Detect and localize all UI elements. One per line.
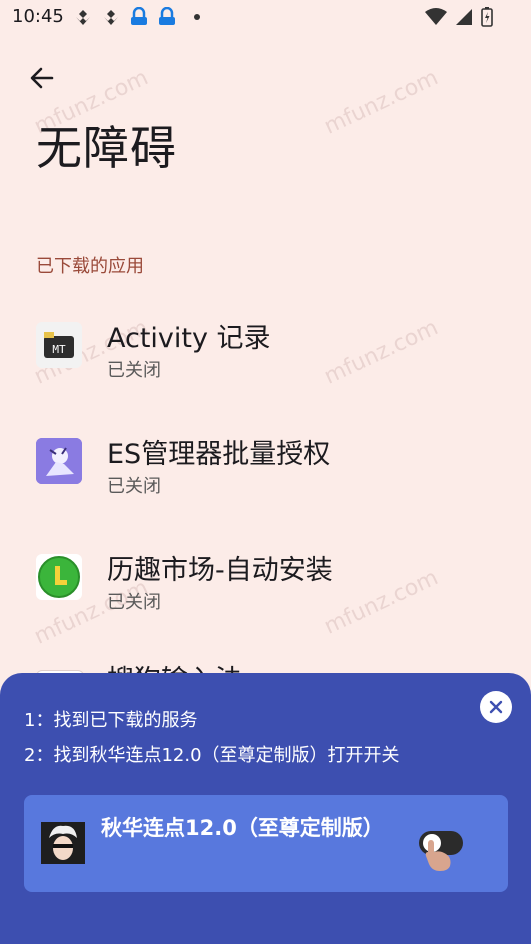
app-name: 搜狗输入法	[107, 658, 242, 673]
more-notifications-dot	[194, 14, 200, 20]
green-l-icon	[36, 554, 82, 600]
notification-icons	[72, 7, 200, 27]
system-icons	[425, 7, 493, 31]
notification-diamond-icon	[100, 7, 122, 27]
mt-activity-icon: MT	[36, 322, 82, 368]
list-item-liqu-market[interactable]: 历趣市场-自动安装 已关闭	[0, 532, 531, 632]
hand-pointer-icon	[420, 838, 460, 872]
page-title: 无障碍	[36, 121, 177, 175]
signal-icon	[455, 8, 473, 30]
list-item-es-manager[interactable]: ES管理器批量授权 已关闭	[0, 416, 531, 516]
app-status: 已关闭	[107, 476, 161, 497]
guide-step-2: 2：找到秋华连点12.0（至尊定制版）打开开关	[24, 745, 400, 766]
back-button[interactable]	[24, 60, 60, 96]
list-item-sogou[interactable]: 搜狗输入法	[0, 648, 531, 673]
app-name: Activity 记录	[107, 323, 271, 354]
close-button[interactable]	[480, 691, 512, 723]
list-item-activity[interactable]: MT Activity 记录 已关闭	[0, 300, 531, 400]
notification-app-icon	[156, 7, 178, 27]
watermark: mfunz.com	[320, 65, 443, 140]
svg-text:MT: MT	[52, 343, 66, 356]
notification-diamond-icon	[72, 7, 94, 27]
wifi-icon	[425, 8, 447, 30]
app-status: 已关闭	[107, 592, 161, 613]
battery-icon	[481, 7, 493, 31]
anime-character-icon	[36, 438, 82, 484]
guide-step-1: 1：找到已下载的服务	[24, 710, 198, 731]
app-status: 已关闭	[107, 360, 161, 381]
status-bar: 10:45	[0, 0, 531, 34]
notification-app-icon	[128, 7, 150, 27]
status-time: 10:45	[12, 6, 64, 27]
section-header: 已下载的应用	[36, 256, 144, 277]
app-name: 历趣市场-自动安装	[107, 555, 333, 586]
close-icon	[489, 700, 503, 714]
arrow-left-icon	[30, 67, 54, 89]
service-avatar	[41, 822, 85, 864]
service-name: 秋华连点12.0（至尊定制版）	[101, 816, 384, 840]
app-name: ES管理器批量授权	[107, 439, 331, 470]
